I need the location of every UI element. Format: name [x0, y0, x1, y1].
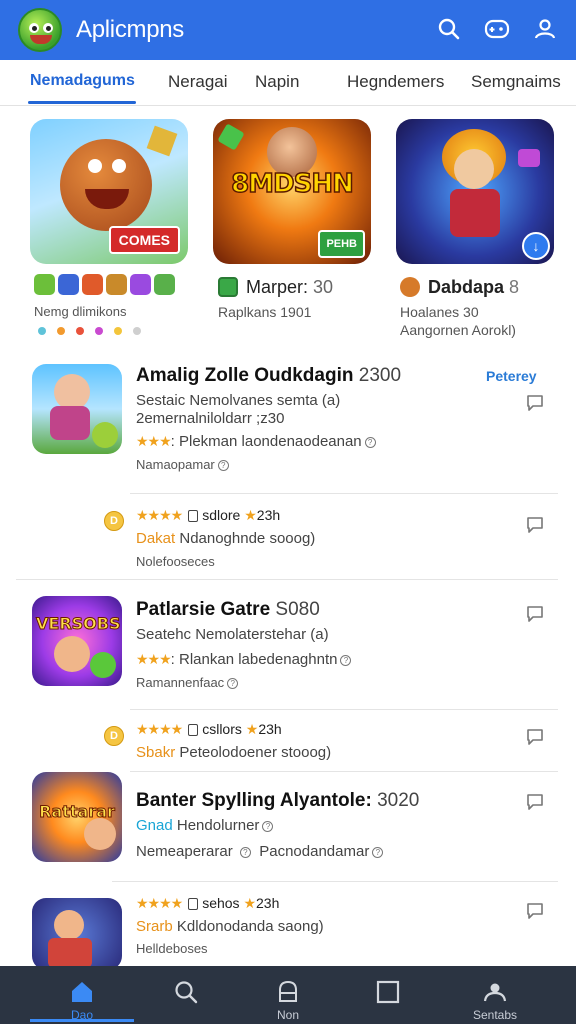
square-icon: [374, 978, 402, 1006]
nav-square[interactable]: [333, 966, 443, 1024]
bag-icon: [274, 978, 302, 1006]
home-icon: [68, 978, 96, 1006]
app-title: Aplicmpns: [76, 16, 185, 43]
app-desc-2: Seatehc Nemolaterstehar (a): [136, 626, 329, 643]
featured-sub-3b: Aangornen Aorokl): [400, 322, 516, 338]
nav-home[interactable]: Dao: [27, 966, 137, 1024]
featured-tag: PEHB: [318, 230, 365, 258]
comment-icon[interactable]: [524, 900, 546, 922]
tab-neragai[interactable]: Neragai: [168, 72, 228, 92]
tab-semgnaims[interactable]: Semgnaims: [471, 72, 561, 92]
app-rating-line-1: ★★★: Plekman laondenaodeanan?: [136, 433, 376, 450]
mini-game-icon[interactable]: [58, 274, 79, 295]
app-stats-3: ★★★★ sehos ★23h: [136, 895, 280, 911]
featured-name-1: Nemg dlimikons: [34, 304, 127, 319]
comment-icon[interactable]: [524, 603, 546, 625]
app-desc-1: Sestaic Nemolvanes semta (a): [136, 392, 341, 409]
profile-icon: [481, 978, 509, 1006]
game-small-icon: [400, 277, 420, 297]
featured-sub-3a: Hoalanes 30: [400, 304, 479, 320]
top-app-bar: Aplicmpns: [0, 0, 576, 60]
app-meta-3: Nemeaperarar ? Pacnodandamar?: [136, 843, 384, 860]
app-meta-2: Ramannenfaac?: [136, 675, 239, 690]
tab-nemadagums[interactable]: Nemadagums: [30, 72, 135, 90]
active-nav-indicator: [30, 1019, 134, 1022]
mini-game-icon[interactable]: [130, 274, 151, 295]
comment-icon[interactable]: [524, 726, 546, 748]
app-desc-3: Gnad Hendolurner?: [136, 817, 274, 834]
comment-icon[interactable]: [524, 791, 546, 813]
featured-card-3[interactable]: ↓: [396, 119, 554, 264]
app-line-1b: Dakat Ndanoghnde sooog): [136, 530, 316, 547]
app-icon-1[interactable]: [32, 364, 122, 454]
mini-game-icon[interactable]: [154, 274, 175, 295]
featured-name-2: Marper: 30: [246, 277, 334, 297]
see-more-link[interactable]: Peterey: [486, 368, 537, 384]
search-icon[interactable]: [432, 12, 466, 46]
category-tabs: Nemadagums Neragai Napin Hegndemers Semg…: [0, 60, 576, 106]
comment-icon[interactable]: [524, 392, 546, 414]
nav-bag[interactable]: Non: [233, 966, 343, 1024]
tab-hegndemers[interactable]: Hegndemers: [347, 72, 444, 92]
mini-game-icon[interactable]: [82, 274, 103, 295]
app-title-1[interactable]: Amalig Zolle Oudkdagin 2300: [136, 365, 401, 387]
mini-game-icon[interactable]: [34, 274, 55, 295]
app-icon-4[interactable]: [32, 898, 122, 970]
mini-icon-row: [34, 274, 175, 295]
featured-badge: COMES: [108, 226, 180, 254]
coin-icon: D: [104, 511, 124, 531]
app-rating-line-2: ★★★: Rlankan labedenaghntn?: [136, 651, 352, 668]
app-title-2[interactable]: Patlarsie Gatre S080: [136, 599, 320, 621]
bottom-navigation: Dao Non Sentabs: [0, 966, 576, 1024]
coin-icon: D: [104, 726, 124, 746]
app-icon-3[interactable]: Rattarar: [32, 772, 122, 862]
app-stats-1: ★★★★ sdlore ★23h: [136, 507, 281, 523]
comment-icon[interactable]: [524, 514, 546, 536]
app-sub-3b: Helldeboses: [136, 941, 208, 956]
game-small-icon: [218, 277, 238, 297]
app-logo-icon: [18, 8, 62, 52]
tab-napin[interactable]: Napin: [255, 72, 299, 92]
search-icon: [172, 978, 200, 1006]
nav-search[interactable]: [131, 966, 241, 1024]
app-sub-1b: Nolefooseces: [136, 554, 215, 569]
app-line-2b: Sbakr Peteolodoener stooog): [136, 744, 332, 761]
mini-game-icon[interactable]: [106, 274, 127, 295]
user-icon[interactable]: [528, 12, 562, 46]
app-title-3[interactable]: Banter Spylling Alyantole: 3020: [136, 790, 419, 812]
featured-card-1[interactable]: COMES: [30, 119, 188, 264]
app-stats-2: ★★★★ csllors ★23h: [136, 721, 282, 737]
app-icon-2[interactable]: VERSOBS: [32, 596, 122, 686]
carousel-dots: [38, 327, 141, 335]
nav-settings[interactable]: Sentabs: [440, 966, 550, 1024]
download-icon[interactable]: ↓: [522, 232, 550, 260]
app-line-3b: Srarb Kdldonodanda saong): [136, 918, 324, 935]
featured-game-logo: 8MDSHN: [230, 168, 354, 200]
featured-card-2[interactable]: 8MDSHN PEHB: [213, 119, 371, 264]
app-meta-1: Namaopamar?: [136, 457, 229, 472]
gamepad-icon[interactable]: [480, 12, 514, 46]
featured-sub-2: Raplkans 1901: [218, 304, 312, 320]
active-tab-indicator: [28, 101, 136, 104]
featured-name-3: Dabdapa 8: [428, 277, 520, 297]
app-desc-1b: 2emernalniloldarr ;z30: [136, 410, 285, 427]
